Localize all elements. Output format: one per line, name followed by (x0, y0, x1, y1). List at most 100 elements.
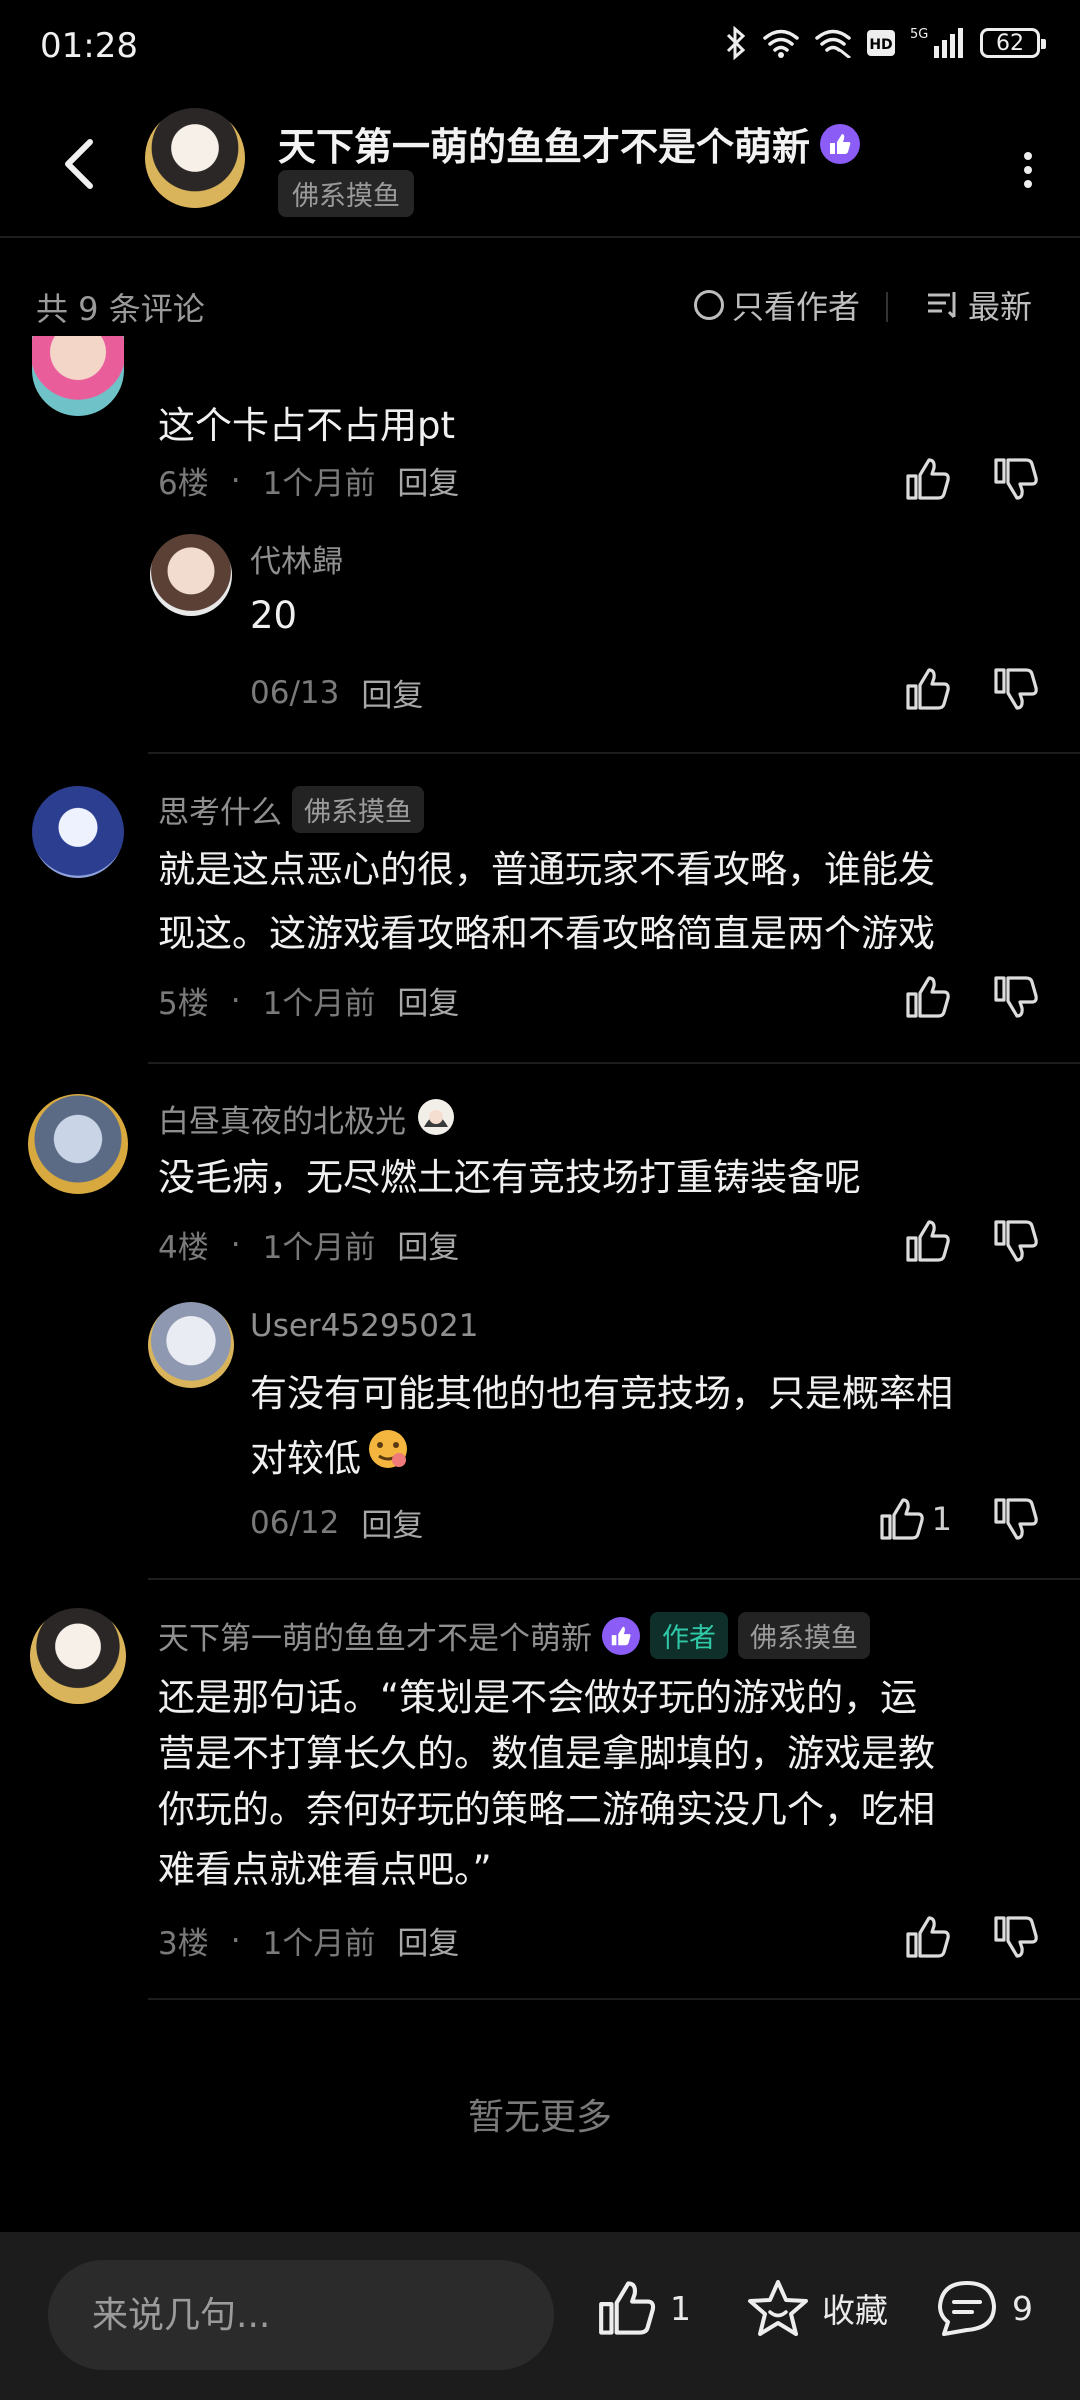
reply-button[interactable]: 回复 (397, 978, 459, 1023)
comment-time: 1个月前 (262, 466, 376, 502)
comment-divider (148, 1062, 1080, 1064)
reply-button[interactable]: 回复 (397, 458, 459, 503)
comment-text-line: 就是这点恶心的很，普通玩家不看攻略，谁能发 (158, 848, 935, 891)
reply-name-row: 代林歸 (250, 536, 343, 581)
sort-latest-label: 最新 (967, 288, 1032, 326)
author-avatar[interactable] (145, 108, 245, 208)
comment-name-row: 思考什么 佛系摸鱼 (158, 786, 424, 833)
dislike-button[interactable] (992, 666, 1040, 712)
status-bar: 01:28 HD 5G 62 (0, 0, 1080, 96)
comment-meta: 5楼 · 1个月前 回复 (158, 978, 459, 1023)
comment-text: 没毛病，无尽燃土还有竞技场打重铸装备呢 (158, 1156, 861, 1199)
floor-number: 6楼 (158, 466, 209, 502)
battery-icon: 62 (980, 28, 1046, 58)
hd-icon: HD (866, 29, 896, 57)
dislike-button[interactable] (992, 1218, 1040, 1264)
comment-username[interactable]: 思考什么 (158, 787, 282, 832)
author-name[interactable]: 天下第一萌的鱼鱼才不是个萌新 (278, 116, 810, 171)
reply-button[interactable]: 回复 (397, 1918, 459, 1963)
emoji-icon (365, 1426, 411, 1492)
comment-name-row: 天下第一萌的鱼鱼才不是个萌新 作者 佛系摸鱼 (158, 1612, 870, 1659)
reply-time: 06/13 (250, 674, 340, 711)
comment-item: 天下第一萌的鱼鱼才不是个萌新 作者 佛系摸鱼 还是那句话。“策划是不会做好玩的游… (0, 1596, 1080, 1996)
svg-text:5G: 5G (910, 27, 928, 42)
reply-username[interactable]: User45295021 (250, 1308, 478, 1344)
comment-divider (148, 752, 1080, 754)
only-author-toggle[interactable]: 只看作者 (693, 282, 860, 328)
comment-divider (148, 1998, 1080, 2000)
reply-button[interactable]: 回复 (361, 1500, 423, 1545)
comment-username[interactable]: 白昼真夜的北极光 (158, 1096, 406, 1141)
post-like-button[interactable]: 1 (596, 2278, 691, 2338)
author-tag: 作者 (650, 1612, 728, 1659)
thumbs-badge-icon (602, 1616, 640, 1655)
signal-5g-icon: 5G (910, 26, 966, 60)
reply-username[interactable]: 代林歸 (250, 536, 343, 581)
like-button[interactable] (904, 666, 952, 712)
user-avatar[interactable] (32, 786, 124, 878)
comment-actions (904, 1914, 1040, 1960)
comment-bubble-icon (938, 2281, 996, 2336)
dislike-button[interactable] (992, 1914, 1040, 1960)
sort-latest-button[interactable]: 最新 (926, 282, 1032, 328)
reply-name-row: User45295021 (250, 1308, 478, 1344)
user-badge-icon (416, 1097, 456, 1141)
like-button[interactable] (904, 974, 952, 1020)
dislike-button[interactable] (992, 456, 1040, 502)
dot-separator: · (230, 982, 241, 1019)
like-button[interactable] (904, 456, 952, 502)
user-avatar[interactable] (30, 1608, 126, 1704)
comment-actions (904, 456, 1040, 502)
author-tag: 佛系摸鱼 (278, 170, 414, 217)
comment-input[interactable] (48, 2260, 554, 2370)
like-button[interactable] (904, 1914, 952, 1960)
thumbs-badge-icon (820, 123, 861, 164)
user-avatar[interactable] (28, 1094, 128, 1194)
reply-actions (904, 666, 1040, 712)
comment-text-line: 难看点就难看点吧。” (158, 1848, 492, 1891)
user-avatar[interactable] (32, 336, 124, 416)
comment-name-row: 白昼真夜的北极光 (158, 1096, 456, 1141)
like-button[interactable] (904, 1218, 952, 1264)
comments-button[interactable]: 9 (934, 2278, 1033, 2338)
reply-text-line: 有没有可能其他的也有竞技场，只是概率相 (250, 1372, 953, 1415)
comment-time: 1个月前 (262, 1926, 376, 1962)
comment-text-line: 还是那句话。“策划是不会做好玩的游戏的，运 (158, 1676, 918, 1719)
comment-username[interactable]: 天下第一萌的鱼鱼才不是个萌新 (158, 1613, 592, 1658)
radio-circle-icon (693, 290, 724, 320)
sort-divider (886, 292, 888, 322)
svg-text:HD: HD (869, 37, 892, 53)
comment-divider (148, 1578, 1080, 1580)
comment-meta: 3楼 · 1个月前 回复 (158, 1918, 459, 1963)
like-button[interactable]: 1 (878, 1496, 952, 1542)
reply-meta: 06/13 回复 (250, 670, 423, 715)
reply-button[interactable]: 回复 (397, 1222, 459, 1267)
like-count: 1 (931, 1500, 952, 1538)
comment-time: 1个月前 (262, 986, 376, 1022)
floor-number: 3楼 (158, 1926, 209, 1962)
collect-label: 收藏 (822, 2291, 888, 2330)
comment-text-line: 现这。这游戏看攻略和不看攻略简直是两个游戏 (158, 912, 935, 955)
reply-meta: 06/12 回复 (250, 1500, 423, 1545)
collect-button[interactable]: 收藏 (746, 2278, 888, 2338)
comment-text-line: 营是不打算长久的。数值是拿脚填的，游戏是教 (158, 1732, 935, 1775)
reply-actions: 1 (878, 1496, 1040, 1542)
comment-text: 这个卡占不占用pt (158, 404, 455, 447)
back-button[interactable] (50, 132, 110, 192)
comment-sort-bar: 共 9 条评论 只看作者 最新 (0, 270, 1080, 340)
reply-text-line-content: 对较低 (250, 1437, 361, 1480)
reply-text: 20 (250, 594, 298, 637)
reply-user-avatar[interactable] (148, 1302, 234, 1388)
reply-user-avatar[interactable] (150, 534, 232, 616)
thumbs-up-icon (599, 2281, 656, 2335)
no-more-text: 暂无更多 (467, 2097, 612, 2138)
reply-text-line: 对较低 (250, 1426, 411, 1492)
bluetooth-icon (724, 26, 748, 60)
wifi-icon (762, 28, 800, 58)
dislike-button[interactable] (992, 1496, 1040, 1542)
more-options-button[interactable] (1016, 146, 1040, 194)
reply-button[interactable]: 回复 (361, 670, 423, 715)
comment-total: 9 (1012, 2288, 1033, 2328)
comment-item: 这个卡占不占用pt 6楼 · 1个月前 回复 代林歸 20 06/13 回复 (0, 336, 1080, 750)
dislike-button[interactable] (992, 974, 1040, 1020)
